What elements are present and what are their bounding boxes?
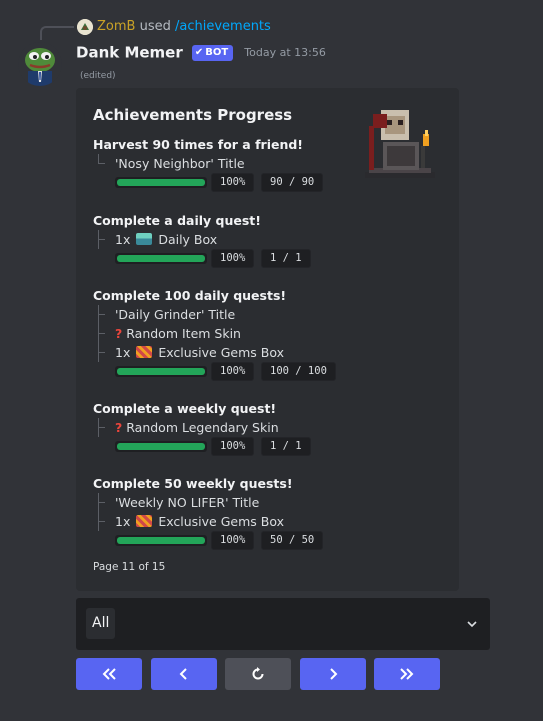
progress-percent: 100% bbox=[211, 249, 255, 268]
reward-label: 'Daily Grinder' Title bbox=[115, 307, 236, 322]
reply-used-label: used bbox=[139, 19, 171, 34]
tree-branch bbox=[93, 512, 111, 531]
tree-branch bbox=[93, 418, 111, 437]
reward-line: ? Random Legendary Skin bbox=[93, 418, 279, 437]
reward-label: Exclusive Gems Box bbox=[158, 514, 284, 529]
progress-count: 1 / 1 bbox=[261, 437, 311, 456]
previous-page-button[interactable] bbox=[151, 658, 217, 690]
filter-select[interactable]: All bbox=[76, 598, 490, 650]
progress-row: 100% 1 / 1 bbox=[93, 437, 423, 456]
tree-branch bbox=[93, 305, 111, 324]
tree-branch bbox=[93, 324, 111, 343]
bot-avatar[interactable] bbox=[18, 42, 62, 86]
reply-user-avatar[interactable] bbox=[77, 19, 93, 35]
reply-reference[interactable]: ZomB used /achievements bbox=[0, 17, 543, 40]
reward-line: 'Nosy Neighbor' Title bbox=[93, 154, 245, 173]
reward-label: 'Nosy Neighbor' Title bbox=[115, 156, 245, 171]
edited-label: (edited) bbox=[80, 71, 116, 81]
progress-percent: 100% bbox=[211, 362, 255, 381]
first-page-button[interactable] bbox=[76, 658, 142, 690]
reward-line: 1x Daily Box bbox=[93, 230, 217, 249]
reward-prefix: 1x bbox=[115, 232, 131, 247]
progress-bar-fill bbox=[117, 179, 205, 186]
refresh-icon bbox=[252, 667, 264, 680]
chevron-right-icon bbox=[330, 668, 338, 680]
progress-percent: 100% bbox=[211, 173, 255, 192]
tree-branch bbox=[93, 154, 111, 173]
gems-box-icon bbox=[136, 515, 153, 527]
achievement-name: Complete a daily quest! bbox=[93, 213, 261, 228]
reward-line: 1x Exclusive Gems Box bbox=[93, 343, 284, 362]
progress-row: 100% 1 / 1 bbox=[93, 249, 423, 268]
next-page-button[interactable] bbox=[300, 658, 366, 690]
double-chevron-right-icon bbox=[400, 668, 414, 680]
reply-spine bbox=[40, 26, 74, 40]
progress-bar-fill bbox=[117, 537, 205, 544]
embed-footer: Page 11 of 15 bbox=[93, 561, 166, 573]
achievements-embed: Achievements Progress Harvest 90 times f… bbox=[76, 88, 459, 591]
refresh-button[interactable] bbox=[225, 658, 291, 690]
filter-select-value: All bbox=[86, 608, 116, 639]
question-mark-icon: ? bbox=[115, 420, 123, 435]
reward-line: ? Random Item Skin bbox=[93, 324, 241, 343]
progress-bar-fill bbox=[117, 255, 205, 262]
author-name[interactable]: Dank Memer bbox=[76, 44, 183, 62]
progress-bar-fill bbox=[117, 368, 205, 375]
progress-bar bbox=[115, 441, 207, 452]
bot-tag-label: BOT bbox=[205, 46, 229, 58]
question-mark-icon: ? bbox=[115, 326, 123, 341]
reply-username[interactable]: ZomB bbox=[97, 19, 135, 34]
progress-percent: 100% bbox=[211, 437, 255, 456]
gems-box-icon bbox=[136, 346, 153, 358]
progress-bar-fill bbox=[117, 443, 205, 450]
reply-command[interactable]: /achievements bbox=[175, 19, 271, 34]
double-chevron-left-icon bbox=[102, 668, 116, 680]
progress-count: 1 / 1 bbox=[261, 249, 311, 268]
reward-label: 'Weekly NO LIFER' Title bbox=[115, 495, 260, 510]
achievement-name: Complete 100 daily quests! bbox=[93, 288, 287, 303]
progress-bar bbox=[115, 366, 207, 377]
progress-row: 100% 90 / 90 bbox=[93, 173, 423, 192]
reward-label: Random Legendary Skin bbox=[126, 420, 279, 435]
progress-row: 100% 100 / 100 bbox=[93, 362, 423, 381]
tree-branch bbox=[93, 343, 111, 362]
reward-prefix: 1x bbox=[115, 514, 131, 529]
progress-bar bbox=[115, 535, 207, 546]
reward-label: Exclusive Gems Box bbox=[158, 345, 284, 360]
reward-label: Daily Box bbox=[158, 232, 218, 247]
progress-count: 100 / 100 bbox=[261, 362, 336, 381]
reward-label: Random Item Skin bbox=[126, 326, 241, 341]
reward-line: 'Daily Grinder' Title bbox=[93, 305, 235, 324]
progress-row: 100% 50 / 50 bbox=[93, 531, 423, 550]
last-page-button[interactable] bbox=[374, 658, 440, 690]
message-author: Dank Memer ✔ BOT Today at 13:56 bbox=[76, 42, 326, 64]
reply-text: ZomB used /achievements bbox=[97, 19, 271, 34]
reward-prefix: 1x bbox=[115, 345, 131, 360]
progress-bar bbox=[115, 177, 207, 188]
message-timestamp[interactable]: Today at 13:56 bbox=[244, 46, 326, 59]
achievement-name: Harvest 90 times for a friend! bbox=[93, 137, 303, 152]
progress-count: 90 / 90 bbox=[261, 173, 324, 192]
reward-line: 'Weekly NO LIFER' Title bbox=[93, 493, 259, 512]
embed-title: Achievements Progress bbox=[93, 106, 293, 124]
chevron-left-icon bbox=[179, 668, 187, 680]
tree-branch bbox=[93, 493, 111, 512]
progress-percent: 100% bbox=[211, 531, 255, 550]
tree-branch bbox=[93, 230, 111, 249]
verified-check-icon: ✔ bbox=[194, 46, 204, 58]
chevron-down-icon bbox=[467, 621, 477, 628]
daily-box-icon bbox=[136, 233, 153, 245]
progress-count: 50 / 50 bbox=[261, 531, 324, 550]
progress-bar bbox=[115, 253, 207, 264]
reward-line: 1x Exclusive Gems Box bbox=[93, 512, 284, 531]
achievement-name: Complete a weekly quest! bbox=[93, 401, 277, 416]
achievement-name: Complete 50 weekly quests! bbox=[93, 476, 293, 491]
bot-tag: ✔ BOT bbox=[191, 44, 234, 61]
